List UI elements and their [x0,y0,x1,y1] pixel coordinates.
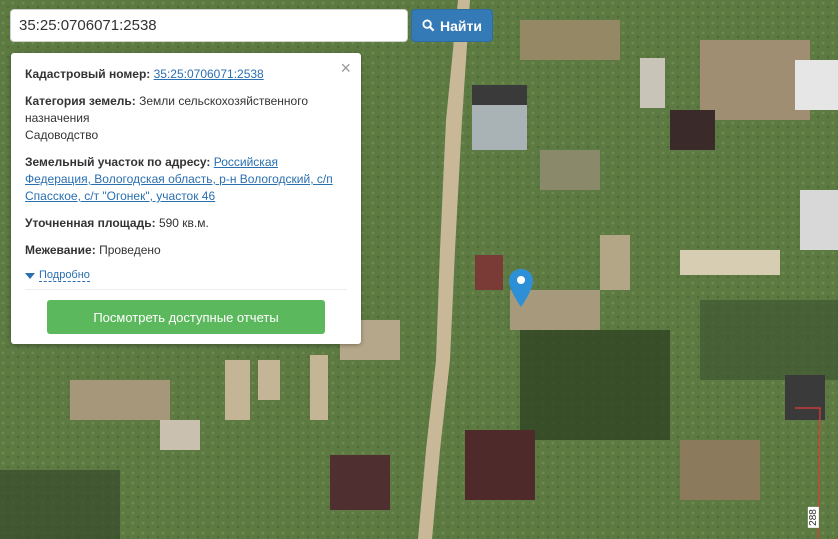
search-icon [422,19,435,32]
address-label: Земельный участок по адресу: [25,155,211,169]
area-value: 590 кв.м. [158,216,209,230]
area-label: Уточненная площадь: [25,216,156,230]
category-label: Категория земель: [25,94,136,108]
map-marker-icon[interactable] [509,269,533,307]
survey-value: Проведено [99,243,161,257]
address-row: Земельный участок по адресу: Российская … [25,154,347,205]
more-details-label: Подробно [39,269,90,282]
close-icon[interactable]: × [340,59,351,77]
search-button-label: Найти [440,17,482,34]
more-details-toggle[interactable]: Подробно [25,269,347,282]
parcel-info-popup: × Кадастровый номер: 35:25:0706071:2538 … [11,53,361,344]
search-input[interactable] [10,9,408,42]
survey-row: Межевание: Проведено [25,242,347,259]
survey-label: Межевание: [25,243,96,257]
divider [25,289,347,290]
caret-down-icon [25,272,35,279]
search-button[interactable]: Найти [411,9,493,42]
lot-number-label: 288 [807,507,819,528]
cadastral-label: Кадастровый номер: [25,67,151,81]
cadastral-link[interactable]: 35:25:0706071:2538 [154,67,264,81]
area-row: Уточненная площадь: 590 кв.м. [25,215,347,232]
category-use: Садоводство [25,128,99,142]
view-reports-button[interactable]: Посмотреть доступные отчеты [47,300,325,334]
category-row: Категория земель: Земли сельскохозяйстве… [25,93,347,144]
cadastral-row: Кадастровый номер: 35:25:0706071:2538 [25,66,347,83]
